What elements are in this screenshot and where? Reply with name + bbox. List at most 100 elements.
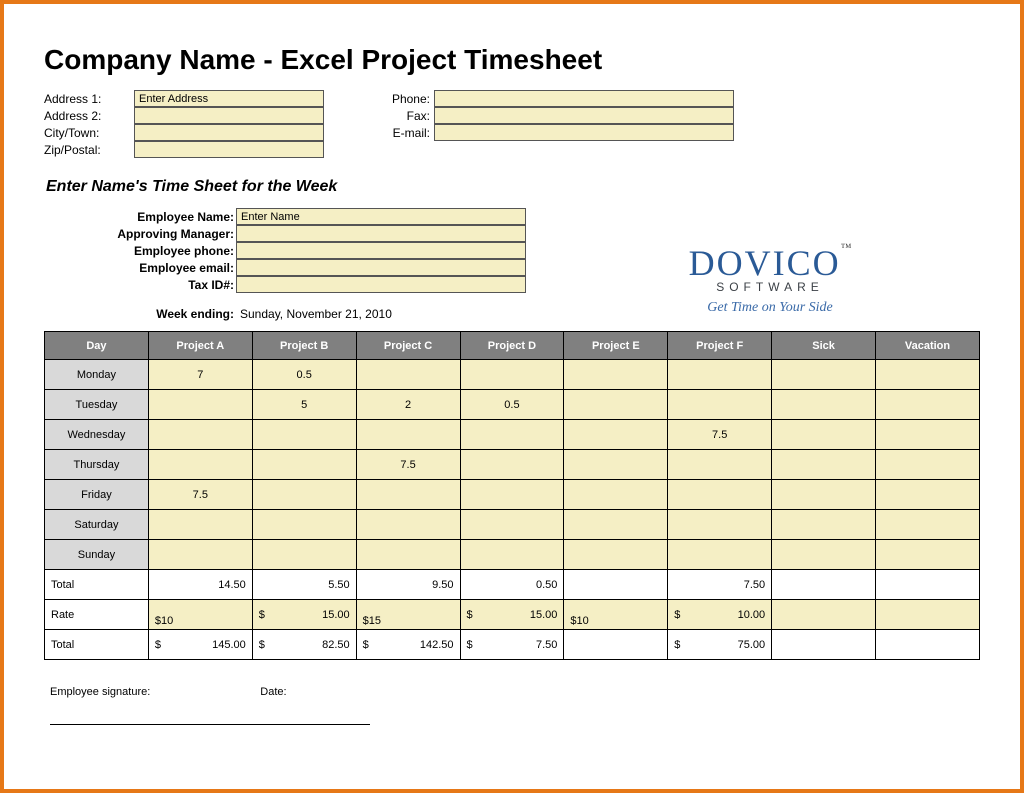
dollar-sign: $: [259, 639, 265, 651]
hours-cell[interactable]: [460, 420, 564, 450]
rate-cell[interactable]: [876, 600, 980, 630]
dollar-sign: $10: [155, 615, 173, 627]
manager-label: Approving Manager:: [106, 227, 236, 241]
hours-cell[interactable]: [772, 510, 876, 540]
address2-input[interactable]: [134, 107, 324, 124]
hours-cell[interactable]: [876, 360, 980, 390]
logo-tm: ™: [841, 242, 852, 254]
hours-cell[interactable]: 2: [356, 390, 460, 420]
email-input[interactable]: [434, 124, 734, 141]
hours-cell[interactable]: [772, 360, 876, 390]
rate-cell[interactable]: [772, 600, 876, 630]
grand-cell: [564, 630, 668, 660]
zip-input[interactable]: [134, 141, 324, 158]
rate-cell[interactable]: $15.00: [252, 600, 356, 630]
column-header: Project E: [564, 332, 668, 360]
hours-cell[interactable]: 7.5: [668, 420, 772, 450]
city-label: City/Town:: [44, 126, 134, 140]
hours-cell[interactable]: [876, 510, 980, 540]
hours-cell[interactable]: [876, 450, 980, 480]
employee-fields: Employee Name: Approving Manager: Employ…: [106, 208, 526, 293]
hours-cell[interactable]: 5: [252, 390, 356, 420]
employee-phone-label: Employee phone:: [106, 244, 236, 258]
rate-cell[interactable]: $10: [564, 600, 668, 630]
hours-cell[interactable]: [564, 480, 668, 510]
hours-cell[interactable]: 0.5: [460, 390, 564, 420]
employee-signature-label: Employee signature:: [50, 686, 150, 698]
hours-cell[interactable]: [668, 540, 772, 570]
employee-phone-input[interactable]: [236, 242, 526, 259]
hours-cell[interactable]: [356, 360, 460, 390]
tax-id-input[interactable]: [236, 276, 526, 293]
hours-cell[interactable]: [252, 540, 356, 570]
hours-cell[interactable]: [564, 420, 668, 450]
hours-cell[interactable]: 7: [148, 360, 252, 390]
hours-cell[interactable]: [356, 540, 460, 570]
hours-cell[interactable]: [564, 450, 668, 480]
table-row: Wednesday7.5: [45, 420, 980, 450]
hours-cell[interactable]: [460, 540, 564, 570]
table-row: Friday7.5: [45, 480, 980, 510]
address1-input[interactable]: [134, 90, 324, 107]
hours-cell[interactable]: [564, 510, 668, 540]
hours-cell[interactable]: [772, 390, 876, 420]
hours-cell[interactable]: [668, 360, 772, 390]
hours-cell[interactable]: [668, 390, 772, 420]
employee-email-input[interactable]: [236, 259, 526, 276]
total-cell: 5.50: [252, 570, 356, 600]
hours-cell[interactable]: [356, 510, 460, 540]
hours-cell[interactable]: [876, 480, 980, 510]
employee-email-label: Employee email:: [106, 261, 236, 275]
company-left-column: Address 1: Address 2: City/Town: Zip/Pos…: [44, 90, 324, 158]
hours-cell[interactable]: [460, 480, 564, 510]
hours-cell[interactable]: [252, 480, 356, 510]
hours-cell[interactable]: [148, 450, 252, 480]
hours-cell[interactable]: [460, 510, 564, 540]
hours-cell[interactable]: [564, 360, 668, 390]
hours-cell[interactable]: [564, 390, 668, 420]
hours-cell[interactable]: [252, 420, 356, 450]
hours-cell[interactable]: [772, 540, 876, 570]
hours-cell[interactable]: 7.5: [356, 450, 460, 480]
grand-label-cell: Total: [45, 630, 149, 660]
hours-cell[interactable]: [772, 420, 876, 450]
hours-cell[interactable]: 7.5: [148, 480, 252, 510]
hours-cell[interactable]: [252, 510, 356, 540]
city-input[interactable]: [134, 124, 324, 141]
logo-subtitle: SOFTWARE: [640, 280, 900, 294]
hours-cell[interactable]: [460, 450, 564, 480]
total-cell: 9.50: [356, 570, 460, 600]
hours-cell[interactable]: [148, 420, 252, 450]
grand-cell: [772, 630, 876, 660]
hours-cell[interactable]: [148, 510, 252, 540]
hours-cell[interactable]: [252, 450, 356, 480]
hours-cell[interactable]: [876, 390, 980, 420]
hours-cell[interactable]: [876, 540, 980, 570]
hours-cell[interactable]: [460, 360, 564, 390]
hours-cell[interactable]: [356, 480, 460, 510]
hours-cell[interactable]: [772, 450, 876, 480]
fax-input[interactable]: [434, 107, 734, 124]
dollar-sign: $: [674, 609, 680, 621]
hours-cell[interactable]: [668, 450, 772, 480]
column-header: Project C: [356, 332, 460, 360]
rate-cell[interactable]: $10.00: [668, 600, 772, 630]
totals-label-cell: Total: [45, 570, 149, 600]
hours-cell[interactable]: 0.5: [252, 360, 356, 390]
hours-cell[interactable]: [772, 480, 876, 510]
manager-input[interactable]: [236, 225, 526, 242]
phone-input[interactable]: [434, 90, 734, 107]
hours-cell[interactable]: [564, 540, 668, 570]
rate-cell[interactable]: $15: [356, 600, 460, 630]
rate-cell[interactable]: $15.00: [460, 600, 564, 630]
hours-cell[interactable]: [148, 540, 252, 570]
rate-cell[interactable]: $10: [148, 600, 252, 630]
hours-cell[interactable]: [356, 420, 460, 450]
hours-cell[interactable]: [876, 420, 980, 450]
employee-name-input[interactable]: [236, 208, 526, 225]
hours-cell[interactable]: [668, 480, 772, 510]
hours-cell[interactable]: [668, 510, 772, 540]
column-header: Project F: [668, 332, 772, 360]
hours-cell[interactable]: [148, 390, 252, 420]
total-cell: 0.50: [460, 570, 564, 600]
